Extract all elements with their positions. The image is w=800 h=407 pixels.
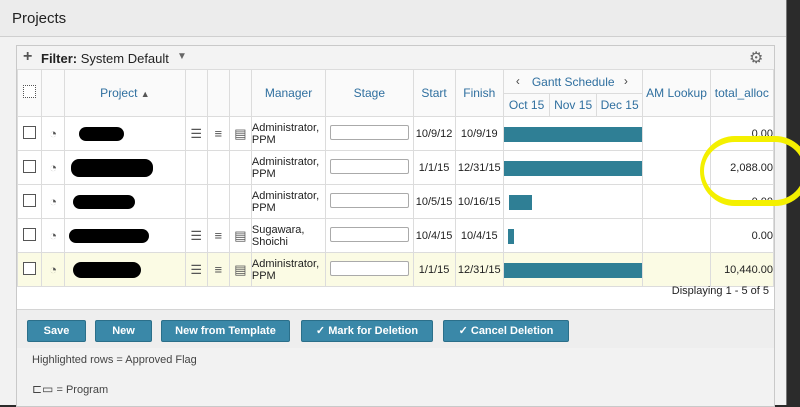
column-header-project[interactable]: Project ▲ — [64, 69, 186, 117]
row-checkbox[interactable] — [23, 227, 37, 241]
column-header-manager[interactable]: Manager — [250, 69, 327, 117]
sort-asc-icon: ▲ — [140, 89, 150, 99]
gear-icon[interactable]: ⚙ — [749, 48, 763, 68]
pagination-status: Displaying 1 - 5 of 5 — [671, 285, 769, 297]
gantt-month: Nov 15 — [550, 94, 597, 116]
project-status-icon[interactable]: ◔ — [49, 262, 57, 277]
add-filter-icon[interactable]: + — [23, 48, 32, 66]
project-name-redacted[interactable] — [73, 194, 136, 209]
project-status-icon[interactable]: ◔ — [49, 194, 57, 209]
column-header-total-alloc[interactable]: total_alloc — [709, 69, 775, 117]
gantt-header: ‹ Gantt Schedule › Oct 15 Nov 15 Dec 15 — [502, 69, 644, 117]
gantt-month: Oct 15 — [504, 94, 551, 116]
column-header-am-lookup[interactable]: AM Lookup — [642, 69, 711, 117]
gantt-bar[interactable] — [504, 127, 642, 142]
checklist-icon[interactable]: ☰ — [190, 262, 202, 278]
table-row[interactable]: ◔ Administrator, PPM 1/1/15 12/31/15 2,08… — [16, 150, 775, 185]
projects-table: Project ▲ Manager Stage Start Finish ‹ G… — [16, 69, 775, 287]
button-toolbar: Save New New from Template ✓ Mark for De… — [17, 309, 774, 349]
program-icon[interactable]: ▤ — [234, 126, 246, 142]
project-status-icon[interactable]: ◔ — [49, 126, 57, 141]
chevron-left-icon[interactable]: ‹ — [516, 74, 520, 88]
table-row[interactable]: ◔ ☰ ≡ ▤ Sugawara, Shoichi 10/4/15 10/4/15… — [16, 218, 775, 253]
column-header-start[interactable]: Start — [412, 69, 456, 117]
annotation-circle — [700, 136, 800, 206]
stage-input[interactable] — [329, 226, 409, 242]
save-button[interactable]: Save — [27, 320, 86, 342]
stage-input[interactable] — [329, 192, 409, 208]
filter-selector[interactable]: Filter: System Default — [41, 51, 169, 66]
chevron-down-icon[interactable]: ▼ — [177, 51, 187, 62]
chevron-right-icon[interactable]: › — [624, 74, 628, 88]
filter-bar: + Filter: System Default ▼ ⚙ — [17, 46, 774, 70]
project-status-icon[interactable]: ◔ — [49, 160, 57, 175]
project-name-redacted[interactable] — [79, 126, 125, 141]
gantt-month: Dec 15 — [600, 98, 639, 112]
filter-value: System Default — [80, 51, 169, 66]
legend-footer: Highlighted rows = Approved Flag ⊏▭ = Pr… — [17, 348, 774, 406]
menu-lines-icon[interactable]: ≡ — [214, 262, 222, 277]
table-row[interactable]: ◔ ☰ ≡ ▤ Administrator, PPM 1/1/15 12/31/1… — [16, 252, 775, 287]
menu-lines-icon[interactable]: ≡ — [214, 126, 222, 141]
menu-lines-icon[interactable]: ≡ — [214, 228, 222, 243]
filter-label: Filter: — [41, 51, 78, 66]
gantt-bar[interactable] — [508, 195, 532, 210]
window-title: Projects — [12, 10, 67, 27]
table-row[interactable]: ◔ ☰ ≡ ▤ Administrator, PPM 10/9/12 10/9/1… — [16, 116, 775, 151]
highlight-legend: Highlighted rows = Approved Flag — [32, 354, 197, 366]
gantt-title: Gantt Schedule — [531, 75, 615, 89]
check-icon: ✓ — [458, 325, 471, 337]
project-name-redacted[interactable] — [73, 261, 142, 278]
cancel-deletion-button[interactable]: ✓ Cancel Deletion — [443, 320, 569, 342]
program-legend: ⊏▭ = Program — [32, 382, 109, 396]
program-icon[interactable]: ▤ — [234, 228, 246, 244]
title-bar: Projects — [0, 0, 786, 37]
column-header-stage[interactable]: Stage — [325, 69, 414, 117]
project-name-redacted[interactable] — [69, 228, 150, 243]
projects-window: Projects + Filter: System Default ▼ ⚙ Pr… — [0, 0, 787, 407]
program-icon[interactable]: ▤ — [234, 262, 246, 278]
project-name-redacted[interactable] — [71, 158, 154, 177]
stage-input[interactable] — [329, 124, 409, 140]
new-button[interactable]: New — [95, 320, 152, 342]
program-icon: ⊏▭ — [32, 382, 54, 396]
column-header-finish[interactable]: Finish — [454, 69, 504, 117]
checklist-icon[interactable]: ☰ — [190, 228, 202, 244]
gantt-bar[interactable] — [507, 229, 514, 244]
gantt-bar[interactable] — [504, 161, 642, 176]
project-status-icon[interactable]: ◔ — [49, 228, 57, 243]
checklist-icon[interactable]: ☰ — [190, 126, 202, 142]
new-from-template-button[interactable]: New from Template — [161, 320, 290, 342]
check-icon: ✓ — [315, 325, 329, 337]
row-checkbox[interactable] — [23, 159, 37, 173]
projects-panel: + Filter: System Default ▼ ⚙ Project ▲ M… — [16, 45, 775, 407]
stage-input[interactable] — [329, 158, 409, 174]
row-checkbox[interactable] — [23, 261, 37, 275]
select-all-checkbox[interactable] — [16, 69, 43, 117]
mark-for-deletion-button[interactable]: ✓ Mark for Deletion — [301, 320, 433, 342]
gantt-bar[interactable] — [504, 263, 642, 278]
row-checkbox[interactable] — [23, 193, 37, 207]
row-checkbox[interactable] — [23, 125, 37, 139]
stage-input[interactable] — [329, 260, 409, 276]
table-row[interactable]: ◔ Administrator, PPM 10/5/15 10/16/15 0.0… — [16, 184, 775, 219]
